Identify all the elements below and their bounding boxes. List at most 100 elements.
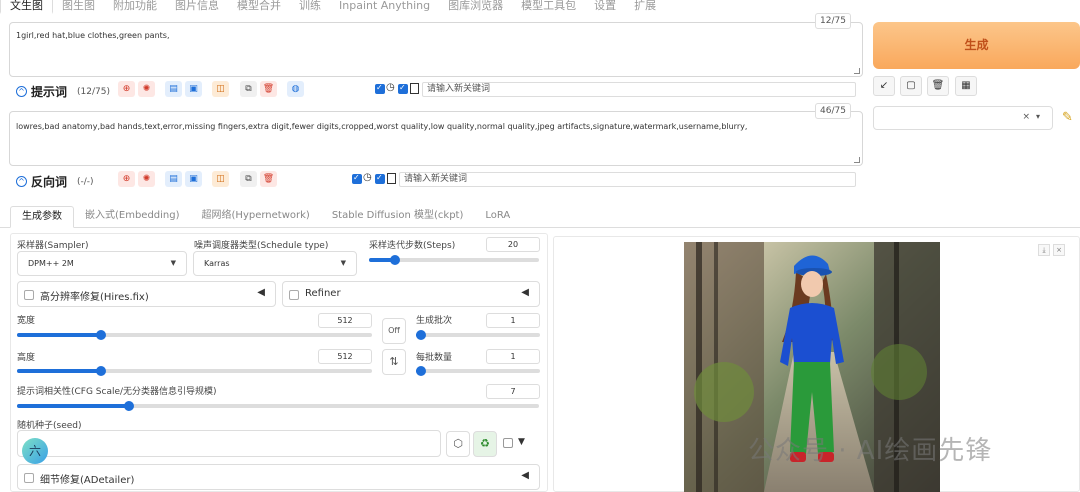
negative-keyword-input[interactable]: 请输入新关键词	[399, 172, 856, 187]
height-input[interactable]: 512	[318, 349, 372, 364]
translate-icon[interactable]: ⊕	[118, 81, 135, 97]
keyword-checkbox-2[interactable]	[375, 173, 385, 184]
slider-thumb[interactable]	[390, 255, 400, 265]
seed-badge: 六	[22, 438, 48, 464]
tab-checkpoints[interactable]: Stable Diffusion 模型(ckpt)	[321, 206, 475, 228]
slider-thumb[interactable]	[96, 330, 106, 340]
recycle-icon[interactable]: ♻	[473, 431, 497, 457]
settings-gear-icon[interactable]: ✺	[138, 171, 155, 187]
sampler-dropdown[interactable]: DPM++ 2M ▼	[17, 251, 187, 276]
refiner-accordion[interactable]: Refiner ◀	[282, 281, 540, 307]
tab-settings[interactable]: 设置	[585, 0, 625, 14]
negative-prompt-textarea[interactable]: lowres,bad anatomy,bad hands,text,error,…	[9, 111, 863, 166]
tab-png-info[interactable]: 图片信息	[166, 0, 228, 14]
swap-icon[interactable]: ◫	[212, 81, 229, 97]
off-button[interactable]: Off	[382, 318, 406, 344]
hires-fix-accordion[interactable]: 高分辨率修复(Hires.fix) ◀	[17, 281, 276, 307]
arrow-icon[interactable]: ↙	[873, 76, 895, 96]
tab-hypernetwork[interactable]: 超网络(Hypernetwork)	[191, 206, 321, 228]
adetailer-accordion[interactable]: 细节修复(ADetailer) ◀	[17, 464, 540, 490]
clock-icon[interactable]: ◷	[363, 172, 372, 183]
steps-input[interactable]: 20	[486, 237, 540, 252]
negative-count: (-/-)	[77, 176, 94, 187]
edit-doc-icon[interactable]: ▤	[165, 171, 182, 187]
prompt-textarea[interactable]: 1girl,red hat,blue clothes,green pants,	[9, 22, 863, 77]
square-icon[interactable]: ▢	[900, 76, 922, 96]
edit-doc-icon[interactable]: ▤	[165, 81, 182, 97]
copy-icon[interactable]: ⧉	[240, 81, 257, 97]
refiner-checkbox[interactable]	[289, 290, 299, 300]
chevron-down-icon: ▼	[170, 259, 176, 267]
panel-icon[interactable]	[387, 173, 396, 184]
tab-train[interactable]: 训练	[290, 0, 330, 14]
steps-slider[interactable]	[369, 255, 539, 265]
top-tab-bar: 文生图 图生图 附加功能 图片信息 模型合并 训练 Inpaint Anythi…	[0, 0, 1080, 14]
clipboard-icon[interactable]: ▦	[955, 76, 977, 96]
batch-size-input[interactable]: 1	[486, 349, 540, 364]
swap-icon[interactable]: ◫	[212, 171, 229, 187]
collapse-up-icon[interactable]: ^	[16, 86, 27, 97]
resize-handle-icon[interactable]	[854, 68, 860, 74]
tab-embedding[interactable]: 嵌入式(Embedding)	[74, 206, 191, 228]
expand-icon[interactable]: ◀	[257, 287, 265, 298]
height-slider[interactable]	[17, 366, 372, 376]
prompt-keyword-input[interactable]: 请输入新关键词	[422, 82, 856, 97]
panel-icon[interactable]	[410, 83, 419, 94]
keyword-checkbox-1[interactable]	[352, 173, 362, 184]
globe-icon[interactable]: ◍	[287, 81, 304, 97]
slider-thumb[interactable]	[416, 330, 426, 340]
trash-icon[interactable]: 🗑	[260, 171, 277, 187]
chevron-down-icon[interactable]: ▾	[1036, 112, 1040, 121]
resize-handle-icon[interactable]	[854, 157, 860, 163]
tab-image-browser[interactable]: 图库浏览器	[439, 0, 512, 14]
settings-gear-icon[interactable]: ✺	[138, 81, 155, 97]
hires-fix-checkbox[interactable]	[24, 290, 34, 300]
tab-img2img[interactable]: 图生图	[53, 0, 104, 14]
trash-icon[interactable]: 🗑	[927, 76, 949, 96]
keyword-checkbox-1[interactable]	[375, 83, 385, 94]
clear-icon[interactable]: ×	[1022, 112, 1030, 122]
batch-size-slider[interactable]	[416, 366, 540, 376]
copy-icon[interactable]: ⧉	[240, 171, 257, 187]
tab-model-toolkit[interactable]: 模型工具包	[512, 0, 585, 14]
pencil-icon[interactable]: ✎	[1062, 110, 1073, 125]
style-select[interactable]: × ▾	[873, 106, 1053, 130]
batch-count-slider[interactable]	[416, 330, 540, 340]
tab-txt2img[interactable]: 文生图	[0, 0, 53, 14]
close-icon[interactable]: ×	[1053, 244, 1065, 256]
cfg-slider[interactable]	[17, 401, 539, 411]
hires-fix-label: 高分辨率修复(Hires.fix)	[40, 292, 149, 303]
slider-thumb[interactable]	[96, 366, 106, 376]
section-tab-bar: 生成参数 嵌入式(Embedding) 超网络(Hypernetwork) St…	[10, 206, 521, 228]
width-input[interactable]: 512	[318, 313, 372, 328]
bookmark-icon[interactable]: ▣	[185, 171, 202, 187]
adetailer-checkbox[interactable]	[24, 473, 34, 483]
tab-extras[interactable]: 附加功能	[104, 0, 166, 14]
tab-generation[interactable]: 生成参数	[10, 206, 74, 228]
batch-count-input[interactable]: 1	[486, 313, 540, 328]
slider-thumb[interactable]	[416, 366, 426, 376]
tab-lora[interactable]: LoRA	[474, 206, 521, 228]
tab-inpaint-anything[interactable]: Inpaint Anything	[330, 0, 439, 14]
generate-button[interactable]: 生成	[873, 22, 1080, 69]
collapse-up-icon[interactable]: ^	[16, 176, 27, 187]
seed-input[interactable]	[17, 430, 441, 457]
swap-dimensions-button[interactable]: ⇅	[382, 349, 406, 375]
expand-down-icon[interactable]: ▼	[518, 437, 525, 447]
expand-icon[interactable]: ◀	[521, 287, 529, 298]
download-icon[interactable]: ⤓	[1038, 244, 1050, 256]
extra-seed-checkbox[interactable]	[503, 438, 513, 448]
dice-icon[interactable]: ⬡	[446, 431, 470, 457]
cfg-input[interactable]: 7	[486, 384, 540, 399]
clock-icon[interactable]: ◷	[386, 82, 395, 93]
translate-icon[interactable]: ⊕	[118, 171, 135, 187]
slider-thumb[interactable]	[124, 401, 134, 411]
width-slider[interactable]	[17, 330, 372, 340]
trash-icon[interactable]: 🗑	[260, 81, 277, 97]
keyword-checkbox-2[interactable]	[398, 83, 408, 94]
tab-extensions[interactable]: 扩展	[625, 0, 665, 14]
tab-checkpoint-merger[interactable]: 模型合并	[228, 0, 290, 14]
schedule-dropdown[interactable]: Karras ▼	[193, 251, 357, 276]
expand-icon[interactable]: ◀	[521, 470, 529, 481]
bookmark-icon[interactable]: ▣	[185, 81, 202, 97]
